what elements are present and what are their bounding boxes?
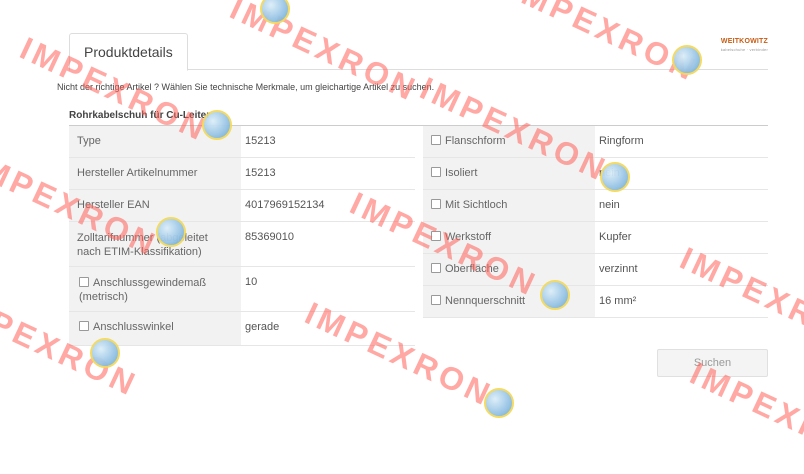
tab-bar: Produktdetails WEITKOWITZ kabelschuhe · … (69, 33, 768, 71)
left-attribute-table: Type 15213 Hersteller Artikelnummer 1521… (69, 126, 415, 346)
attribute-value: 15213 (245, 135, 276, 147)
attribute-row-material: Werkstoff Kupfer (423, 222, 768, 254)
attribute-label: Hersteller Artikelnummer (69, 158, 241, 189)
brand-name: WEITKOWITZ (720, 38, 768, 45)
attribute-label: Zolltarifnummer (abgeleitet nach ETIM-Kl… (69, 222, 241, 266)
search-hint-text: Nicht der richtige Artikel ? Wählen Sie … (57, 82, 435, 92)
right-attribute-table: Flanschform Ringform Isoliert nein Mit S… (423, 126, 768, 318)
filter-checkbox[interactable] (431, 263, 441, 273)
attribute-value: Ringform (599, 135, 644, 147)
attribute-row-connection-angle: Anschlusswinkel gerade (69, 312, 415, 346)
attribute-label: Flanschform (423, 126, 595, 157)
brand-tagline: kabelschuhe · verbinder (720, 47, 768, 52)
attribute-label: Nennquerschnitt (423, 286, 595, 317)
attribute-row-flange-form: Flanschform Ringform (423, 126, 768, 158)
attribute-value: Kupfer (599, 231, 632, 243)
attribute-row-ean: Hersteller EAN 4017969152134 (69, 190, 415, 222)
attribute-row-sight-hole: Mit Sichtloch nein (423, 190, 768, 222)
attribute-label: Isoliert (423, 158, 595, 189)
attribute-value: gerade (245, 321, 280, 333)
section-title: Rohrkabelschuh für Cu-Leiter (69, 110, 211, 121)
attribute-row-insulated: Isoliert nein (423, 158, 768, 190)
attribute-value: nein (599, 199, 620, 211)
attribute-label: Werkstoff (423, 222, 595, 253)
attribute-row-article-number: Hersteller Artikelnummer 15213 (69, 158, 415, 190)
attribute-row-cross-section: Nennquerschnitt 16 mm² (423, 286, 768, 318)
watermark-globe-icon (260, 0, 290, 24)
filter-checkbox[interactable] (431, 295, 441, 305)
filter-checkbox[interactable] (79, 277, 89, 287)
attribute-value: nein (599, 167, 620, 179)
brand-logo: WEITKOWITZ kabelschuhe · verbinder (721, 38, 768, 54)
tab-produktdetails[interactable]: Produktdetails (69, 33, 188, 71)
filter-checkbox[interactable] (431, 167, 441, 177)
filter-checkbox[interactable] (431, 231, 441, 241)
search-button[interactable]: Suchen (657, 349, 768, 377)
attribute-row-thread-size: Anschlussgewindemaß (metrisch) 10 (69, 267, 415, 312)
filter-checkbox[interactable] (431, 135, 441, 145)
attribute-label: Anschlusswinkel (69, 312, 241, 345)
watermark-globe-icon (484, 388, 514, 418)
attribute-label: Anschlussgewindemaß (metrisch) (69, 267, 241, 311)
attribute-label: Oberfläche (423, 254, 595, 285)
attribute-value: verzinnt (599, 263, 638, 275)
attribute-value: 15213 (245, 167, 276, 179)
attribute-label: Type (69, 126, 241, 157)
filter-checkbox[interactable] (431, 199, 441, 209)
attribute-row-surface: Oberfläche verzinnt (423, 254, 768, 286)
attribute-row-type: Type 15213 (69, 126, 415, 158)
attribute-label: Hersteller EAN (69, 190, 241, 221)
attribute-label: Mit Sichtloch (423, 190, 595, 221)
attribute-row-customs-number: Zolltarifnummer (abgeleitet nach ETIM-Kl… (69, 222, 415, 267)
attribute-value: 16 mm² (599, 295, 637, 307)
attribute-value: 4017969152134 (245, 199, 325, 211)
attribute-value: 85369010 (245, 231, 294, 243)
attribute-value: 10 (245, 276, 258, 288)
filter-checkbox[interactable] (79, 321, 89, 331)
